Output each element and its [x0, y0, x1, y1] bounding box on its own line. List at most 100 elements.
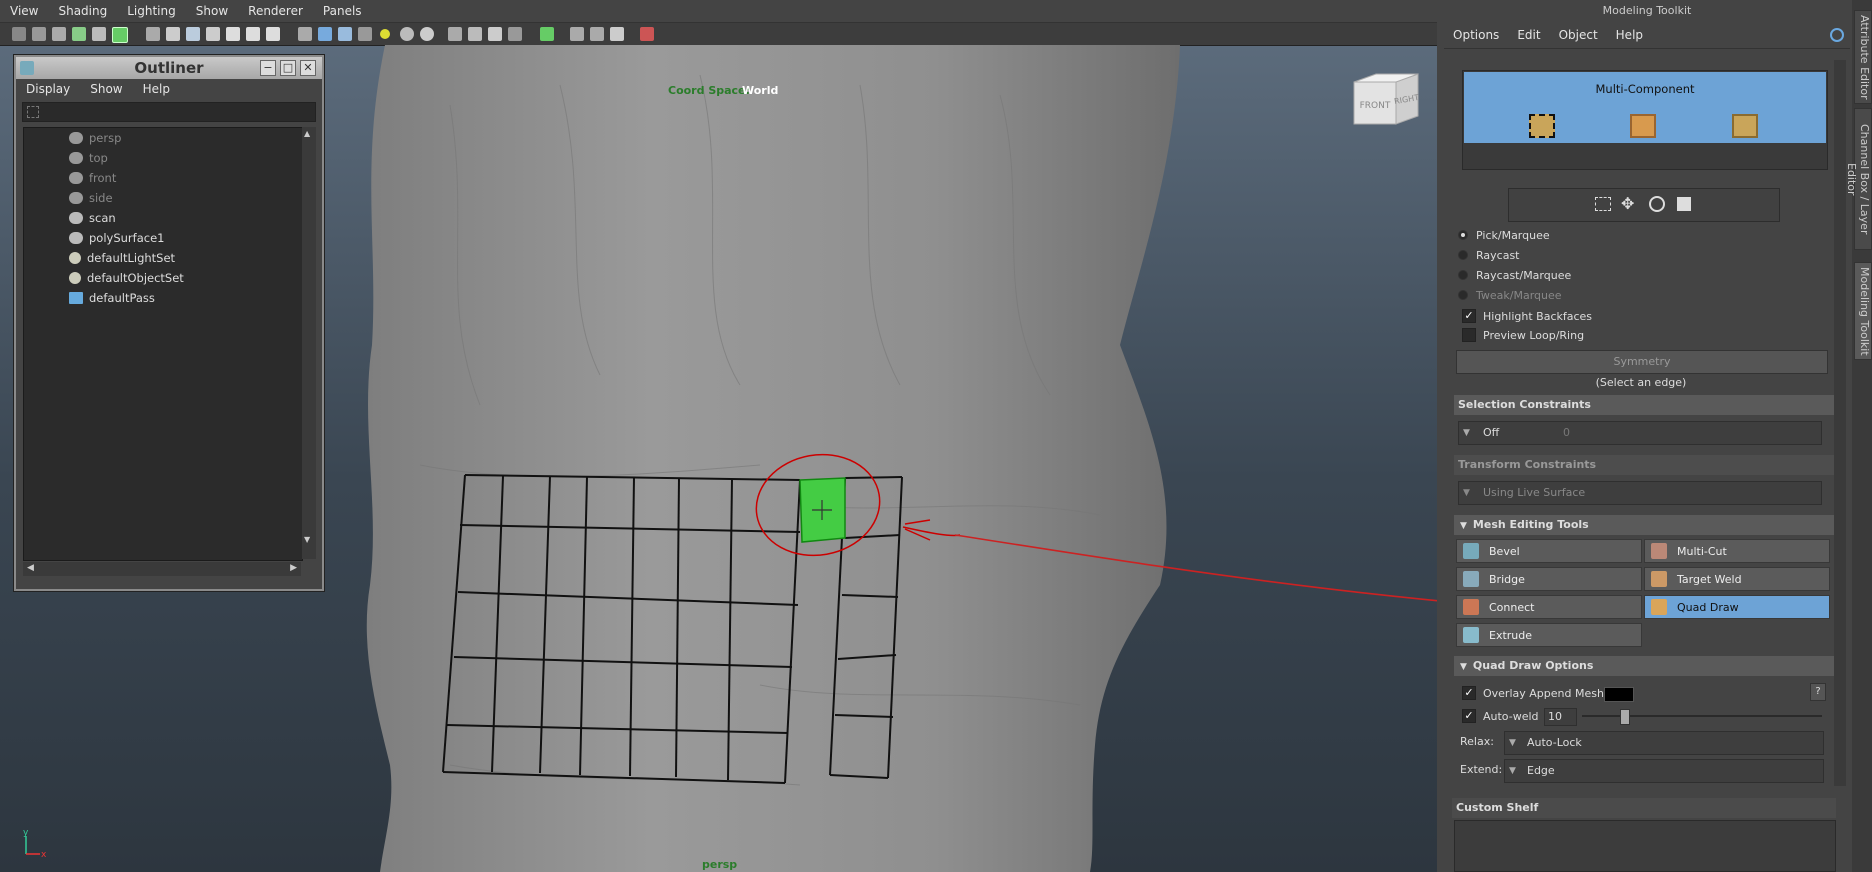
toolkit-menu-edit[interactable]: Edit	[1508, 28, 1549, 42]
custom-shelf-header[interactable]: Custom Shelf	[1452, 798, 1836, 818]
uv-mode-icon[interactable]	[1732, 114, 1758, 138]
marquee-select-icon[interactable]	[1595, 197, 1611, 211]
field-chart-icon[interactable]	[226, 27, 240, 41]
scroll-left-icon[interactable]: ◀	[27, 563, 34, 573]
isolate-select-icon[interactable]	[540, 27, 554, 41]
power-icon[interactable]	[1830, 28, 1844, 42]
outliner-item-persp[interactable]: persp	[24, 128, 302, 148]
color-management-icon[interactable]	[640, 27, 654, 41]
move-icon[interactable]: ✥	[1621, 194, 1634, 213]
shadows-icon[interactable]	[400, 27, 414, 41]
bookmark-icon[interactable]	[52, 27, 66, 41]
mode-pick-marquee[interactable]: Pick/Marquee	[1458, 226, 1550, 244]
grid-icon[interactable]	[146, 27, 160, 41]
toolkit-menu-help[interactable]: Help	[1607, 28, 1652, 42]
radio-indicator[interactable]	[1458, 290, 1468, 300]
use-lights-icon[interactable]	[380, 29, 390, 39]
grease-pencil-icon[interactable]	[112, 27, 128, 43]
highlight-backfaces-option[interactable]: ✓ Highlight Backfaces	[1462, 307, 1592, 325]
mode-tweak-marquee[interactable]: Tweak/Marquee	[1458, 286, 1562, 304]
overlay-append-mesh-option[interactable]: ✓ Overlay Append Mesh	[1462, 684, 1604, 702]
outliner-item-defaultlightset[interactable]: defaultLightSet	[24, 248, 302, 268]
radio-indicator[interactable]	[1458, 270, 1468, 280]
film-gate-icon[interactable]	[166, 27, 180, 41]
outliner-window[interactable]: Outliner − □ ✕ Display Show Help persp t…	[14, 55, 324, 591]
outliner-item-scan[interactable]: scan	[24, 208, 302, 228]
extend-dropdown[interactable]: ▼ Edge	[1504, 759, 1824, 783]
custom-shelf-area[interactable]	[1454, 820, 1836, 872]
menu-renderer[interactable]: Renderer	[238, 0, 313, 22]
safe-title-icon[interactable]	[266, 27, 280, 41]
radio-indicator[interactable]	[1458, 250, 1468, 260]
camera-attributes-icon[interactable]	[32, 27, 46, 41]
menu-panels[interactable]: Panels	[313, 0, 372, 22]
channel-box-tab[interactable]: Channel Box / Layer Editor	[1845, 108, 1872, 250]
textured-icon[interactable]	[358, 27, 372, 41]
menu-show[interactable]: Show	[186, 0, 238, 22]
motion-blur-icon[interactable]	[448, 27, 462, 41]
outliner-item-defaultobjectset[interactable]: defaultObjectSet	[24, 268, 302, 288]
outliner-list[interactable]: persp top front side scan polySurface1 d…	[23, 127, 303, 561]
scroll-up-icon[interactable]: ▲	[304, 129, 310, 138]
auto-weld-slider-track[interactable]	[1582, 715, 1822, 717]
safe-action-icon[interactable]	[246, 27, 260, 41]
multi-component-box[interactable]: Multi-Component	[1462, 70, 1828, 170]
ambient-occlusion-icon[interactable]	[420, 27, 434, 41]
radio-indicator[interactable]	[1458, 230, 1468, 240]
2d-pan-zoom-icon[interactable]	[92, 27, 106, 41]
scroll-down-icon[interactable]: ▼	[304, 535, 310, 544]
xray-active-icon[interactable]	[590, 27, 604, 41]
gamma-icon[interactable]	[610, 27, 624, 41]
scan-mesh[interactable]	[366, 45, 1180, 872]
resolution-gate-icon[interactable]	[186, 27, 200, 41]
relax-dropdown[interactable]: ▼ Auto-Lock	[1504, 731, 1824, 755]
overlay-color-swatch[interactable]	[1604, 687, 1634, 702]
target-weld-button[interactable]: Target Weld	[1644, 567, 1830, 591]
bevel-button[interactable]: Bevel	[1456, 539, 1642, 563]
scroll-right-icon[interactable]: ▶	[290, 563, 297, 573]
view-cube[interactable]: FRONT RIGHT	[1350, 70, 1422, 128]
wireframe-icon[interactable]	[298, 27, 312, 41]
connect-button[interactable]: Connect	[1456, 595, 1642, 619]
outliner-menu-help[interactable]: Help	[133, 82, 180, 96]
wireframe-on-shaded-icon[interactable]	[338, 27, 352, 41]
checkbox-unchecked[interactable]	[1462, 328, 1476, 342]
outliner-item-front[interactable]: front	[24, 168, 302, 188]
xray-icon[interactable]	[508, 27, 522, 41]
mesh-editing-tools-header[interactable]: ▼ Mesh Editing Tools	[1454, 515, 1834, 535]
mode-raycast[interactable]: Raycast	[1458, 246, 1519, 264]
checkbox-checked[interactable]: ✓	[1462, 309, 1476, 323]
toolkit-menu-options[interactable]: Options	[1444, 28, 1508, 42]
depth-of-field-icon[interactable]	[488, 27, 502, 41]
help-button[interactable]: ?	[1810, 683, 1826, 701]
quad-draw-options-header[interactable]: ▼ Quad Draw Options	[1454, 656, 1834, 676]
extrude-button[interactable]: Extrude	[1456, 623, 1642, 647]
outliner-item-side[interactable]: side	[24, 188, 302, 208]
multi-cut-button[interactable]: Multi-Cut	[1644, 539, 1830, 563]
selection-constraint-dropdown[interactable]: ▼ Off 0	[1458, 421, 1822, 445]
outliner-titlebar[interactable]: Outliner − □ ✕	[16, 57, 322, 79]
outliner-search-input[interactable]	[22, 102, 316, 122]
image-plane-icon[interactable]	[72, 27, 86, 41]
xray-joints-icon[interactable]	[570, 27, 584, 41]
auto-weld-option[interactable]: ✓ Auto-weld	[1462, 707, 1539, 725]
preview-loop-ring-option[interactable]: Preview Loop/Ring	[1462, 326, 1584, 344]
multi-component-header[interactable]: Multi-Component	[1464, 72, 1826, 143]
toolkit-menu-object[interactable]: Object	[1550, 28, 1607, 42]
menu-view[interactable]: View	[0, 0, 48, 22]
bridge-button[interactable]: Bridge	[1456, 567, 1642, 591]
smooth-shade-icon[interactable]	[318, 27, 332, 41]
attribute-editor-tab[interactable]: Attribute Editor	[1854, 10, 1872, 104]
checkbox-checked[interactable]: ✓	[1462, 686, 1476, 700]
scale-icon[interactable]	[1677, 197, 1691, 211]
selection-constraints-header[interactable]: Selection Constraints	[1454, 395, 1834, 415]
maximize-button[interactable]: □	[280, 60, 296, 76]
filter-icon[interactable]	[27, 106, 39, 118]
menu-shading[interactable]: Shading	[48, 0, 117, 22]
outliner-menu-display[interactable]: Display	[16, 82, 80, 96]
close-button[interactable]: ✕	[300, 60, 316, 76]
camera-select-icon[interactable]	[12, 27, 26, 41]
outliner-horizontal-scrollbar[interactable]: ◀ ▶	[23, 562, 301, 576]
symmetry-button[interactable]: Symmetry	[1456, 350, 1828, 374]
outliner-item-polysurface1[interactable]: polySurface1	[24, 228, 302, 248]
